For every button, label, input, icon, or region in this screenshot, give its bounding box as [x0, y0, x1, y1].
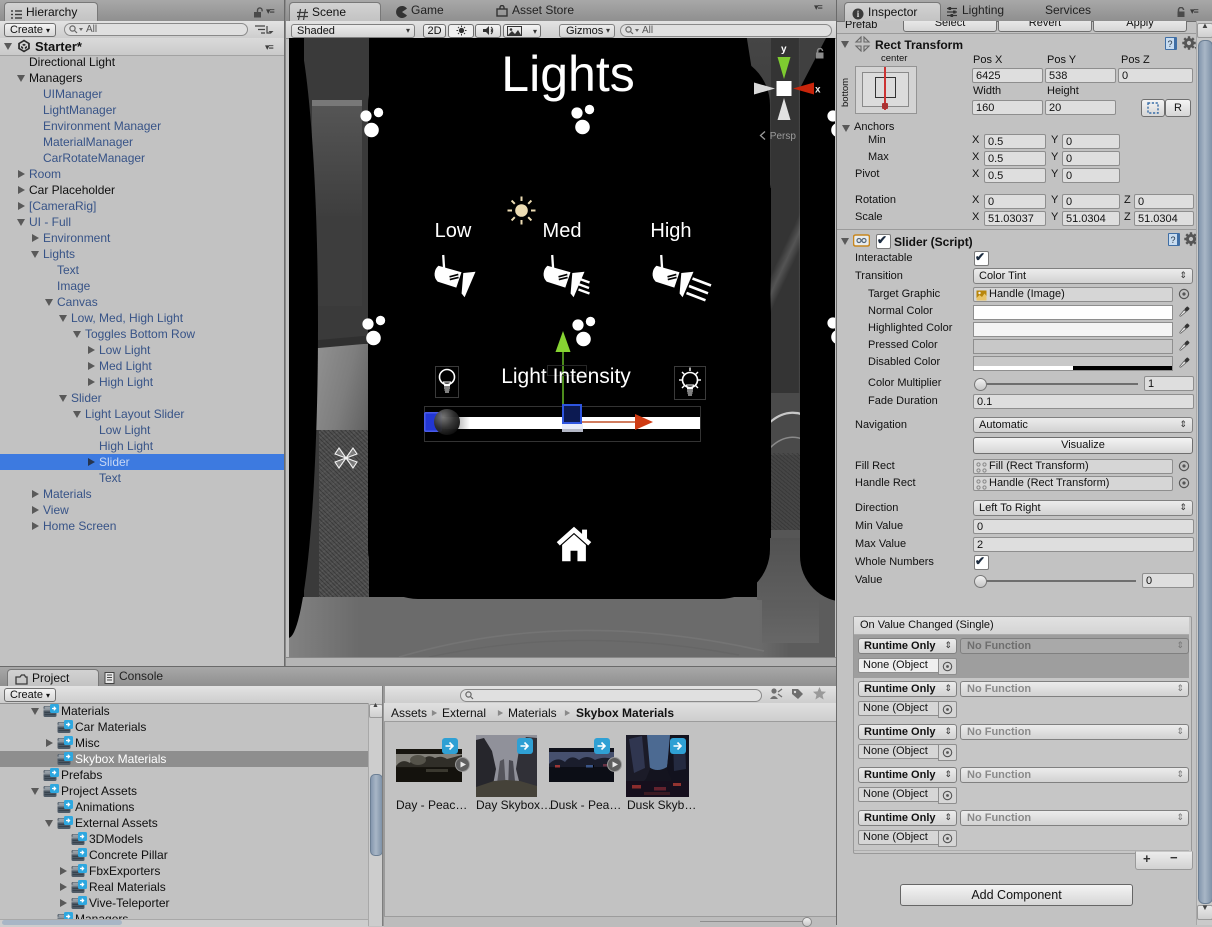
svg-text:?: ? — [1167, 39, 1172, 49]
svg-text:?: ? — [1170, 235, 1175, 245]
svg-text:y: y — [781, 44, 787, 55]
svg-text:x: x — [815, 85, 821, 96]
